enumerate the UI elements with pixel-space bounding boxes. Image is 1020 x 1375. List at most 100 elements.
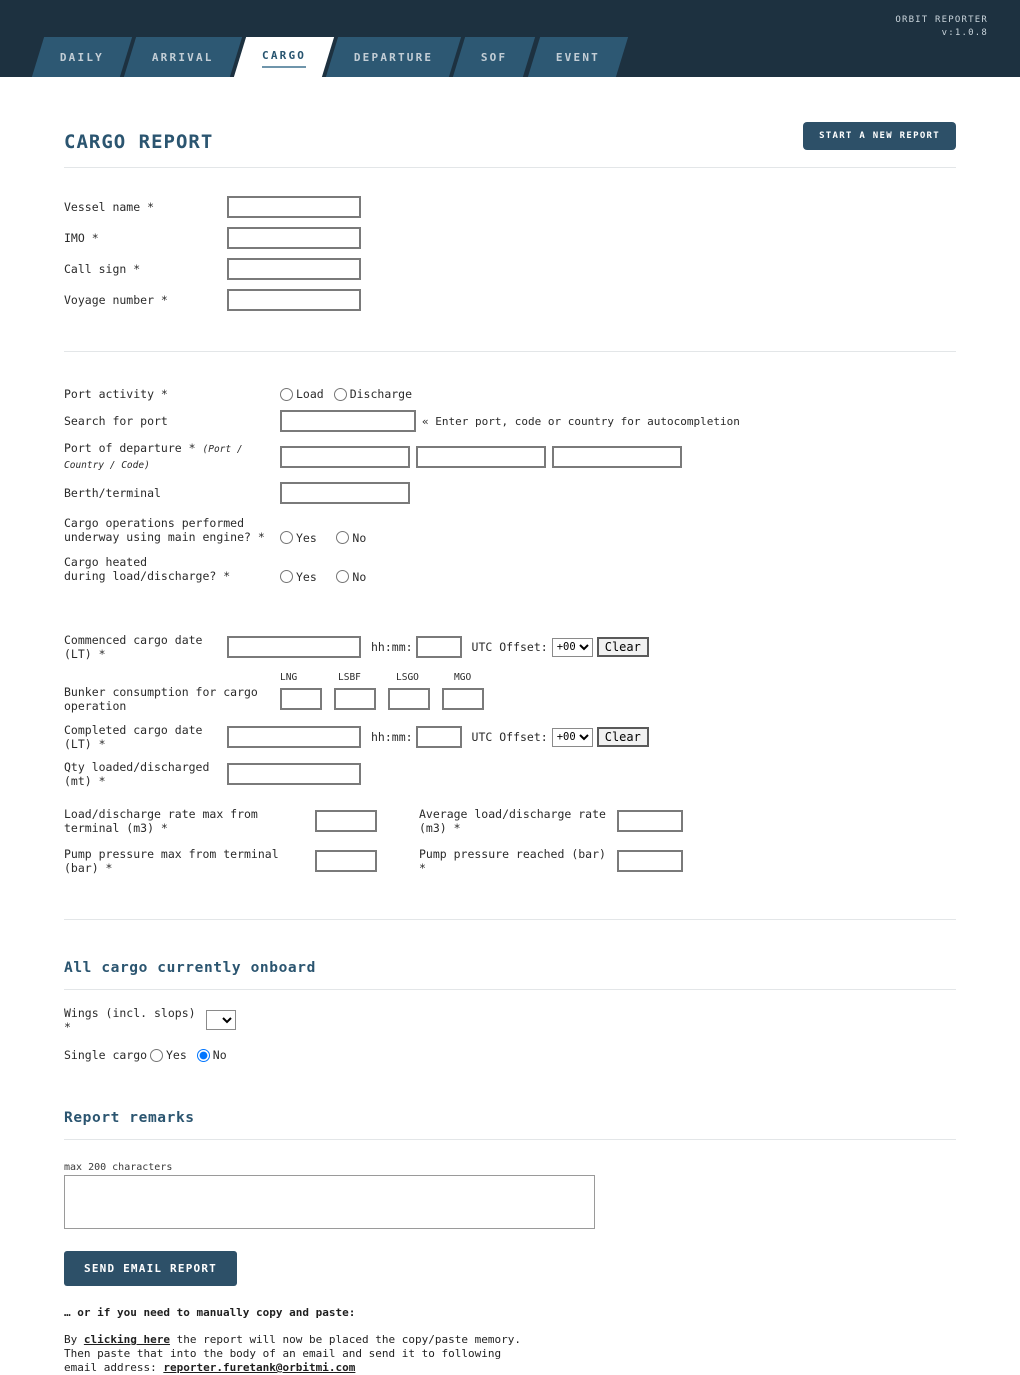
tab-label: EVENT [555, 50, 601, 64]
title-divider [64, 167, 956, 168]
tab-sof[interactable]: SOF [453, 37, 537, 77]
radio-label: Load [296, 387, 324, 401]
port-activity-discharge-radio[interactable] [333, 387, 347, 401]
bunker-lng-input[interactable] [280, 688, 322, 710]
remarks-divider [64, 1139, 956, 1140]
field-row-vessel-name: Vessel name * [64, 196, 956, 218]
cargo-heated-label-line1: Cargo heated [64, 555, 148, 569]
onboard-section-title: All cargo currently onboard [64, 960, 316, 976]
port-of-departure-country-input[interactable] [416, 446, 546, 468]
tab-departure[interactable]: DEPARTURE [325, 37, 462, 77]
port-activity-discharge-option[interactable]: Discharge [333, 387, 412, 401]
single-cargo-no-radio[interactable] [196, 1048, 210, 1062]
commenced-clear-button[interactable]: Clear [596, 637, 649, 657]
dates-section: Commenced cargo date (LT) * hh:mm: UTC O… [64, 633, 956, 875]
port-activity-load-radio[interactable] [280, 387, 293, 401]
cargo-heated-yes-option[interactable]: Yes [280, 570, 317, 584]
bunker-mgo-input[interactable] [442, 688, 484, 710]
remarks-textarea[interactable] [64, 1175, 595, 1229]
completed-cargo-date-input[interactable] [227, 726, 361, 748]
port-activity-label: Port activity * [64, 387, 168, 401]
page-title-row: CARGO REPORT START A NEW REPORT [64, 77, 956, 153]
qty-loaded-input[interactable] [227, 763, 361, 785]
completed-utc-offset-select[interactable]: +00 [551, 727, 593, 747]
radio-label: Yes [166, 1048, 187, 1062]
clicking-here-link[interactable]: clicking here [84, 1333, 170, 1346]
wings-select[interactable] [206, 1010, 236, 1030]
call-sign-input[interactable] [227, 258, 361, 280]
field-row-qty-loaded: Qty loaded/discharged (mt) * [64, 760, 956, 788]
send-email-report-button[interactable]: SEND EMAIL REPORT [64, 1251, 237, 1286]
pump-max-input[interactable] [315, 850, 377, 872]
berth-terminal-input[interactable] [280, 482, 410, 504]
tab-event[interactable]: EVENT [527, 37, 629, 77]
voyage-number-input[interactable] [227, 289, 361, 311]
field-row-port-activity: Port activity * Load Discharge [64, 387, 956, 401]
start-new-report-button[interactable]: START A NEW REPORT [803, 122, 956, 150]
cargo-heated-label-line2: during load/discharge? * [64, 569, 231, 583]
radio-label: No [212, 1048, 227, 1062]
dates-divider [64, 919, 956, 920]
field-row-underway: Cargo operations performed underway usin… [64, 516, 956, 548]
underway-no-option[interactable]: No [336, 531, 366, 545]
vessel-name-input[interactable] [227, 196, 361, 218]
port-of-departure-label-main: Port of departure * [64, 441, 196, 455]
tab-daily[interactable]: DAILY [31, 37, 133, 77]
port-of-departure-label: Port of departure * (Port / Country / Co… [64, 441, 280, 473]
single-cargo-label: Single cargo [64, 1048, 148, 1062]
radio-label: No [352, 569, 367, 584]
bunker-lsgo-input[interactable] [388, 688, 430, 710]
completed-clear-button[interactable]: Clear [596, 727, 649, 747]
cargo-heated-yes-radio[interactable] [280, 570, 293, 583]
app-version: v:1.0.8 [941, 28, 988, 38]
tab-label: ARRIVAL [152, 50, 214, 64]
cargo-heated-no-radio[interactable] [336, 570, 350, 583]
completed-cargo-date-label: Completed cargo date (LT) * [64, 723, 203, 751]
commenced-utc-offset-select[interactable]: +00 [551, 637, 593, 657]
radio-label: Yes [296, 530, 317, 545]
cargo-heated-no-option[interactable]: No [336, 570, 366, 584]
tab-label: SOF [481, 50, 508, 64]
underway-no-radio[interactable] [336, 531, 350, 544]
main-tabs: DAILY ARRIVAL CARGO DEPARTURE SOF EVENT [0, 37, 629, 77]
max-characters-hint: max 200 characters [64, 1162, 173, 1173]
pump-reached-input[interactable] [617, 850, 683, 872]
bunker-lsbf-input[interactable] [334, 688, 376, 710]
manual-copy-paragraph: By clicking here the report will now be … [64, 1333, 956, 1375]
tab-label: DAILY [60, 50, 105, 64]
paragraph-mid: the report will now be placed the copy/p… [169, 1333, 521, 1346]
single-cargo-yes-radio[interactable] [150, 1048, 163, 1062]
voyage-number-label: Voyage number * [64, 293, 168, 307]
qty-loaded-label: Qty loaded/discharged (mt) * [64, 760, 210, 788]
bunker-head-lng: LNG [280, 672, 298, 683]
field-row-bunker-consumption: Bunker consumption for cargo operation [64, 685, 956, 713]
bunker-head-mgo: MGO [454, 672, 472, 683]
report-email-link[interactable]: reporter.furetank@orbitmi.com [163, 1361, 355, 1374]
commenced-cargo-date-label: Commenced cargo date (LT) * [64, 633, 203, 661]
search-port-input[interactable] [280, 410, 416, 432]
vessel-divider [64, 351, 956, 352]
field-row-imo: IMO * [64, 227, 956, 249]
radio-label: No [352, 530, 367, 545]
rate-avg-label: Average load/discharge rate (m3) * [419, 807, 606, 835]
single-cargo-no-option[interactable]: No [196, 1048, 227, 1062]
tab-arrival[interactable]: ARRIVAL [124, 37, 243, 77]
rate-max-input[interactable] [315, 810, 377, 832]
commenced-cargo-date-input[interactable] [227, 636, 361, 658]
cargo-heated-label: Cargo heated during load/discharge? * [64, 555, 280, 583]
port-of-departure-code-input[interactable] [552, 446, 682, 468]
field-row-pump-max: Pump pressure max from terminal (bar) * … [64, 847, 956, 875]
port-activity-load-option[interactable]: Load [280, 387, 324, 401]
commenced-time-input[interactable] [415, 636, 462, 658]
underway-yes-radio[interactable] [280, 531, 293, 544]
tab-cargo[interactable]: CARGO [233, 37, 335, 77]
underway-yes-option[interactable]: Yes [280, 531, 317, 545]
brand-block: ORBIT REPORTER v:1.0.8 [895, 14, 988, 40]
rate-avg-input[interactable] [617, 810, 683, 832]
pump-max-label: Pump pressure max from terminal (bar) * [64, 847, 279, 875]
single-cargo-yes-option[interactable]: Yes [150, 1048, 187, 1062]
port-of-departure-port-input[interactable] [280, 446, 410, 468]
port-section: Port activity * Load Discharge Search fo… [64, 387, 956, 587]
imo-input[interactable] [227, 227, 361, 249]
completed-time-input[interactable] [415, 726, 462, 748]
